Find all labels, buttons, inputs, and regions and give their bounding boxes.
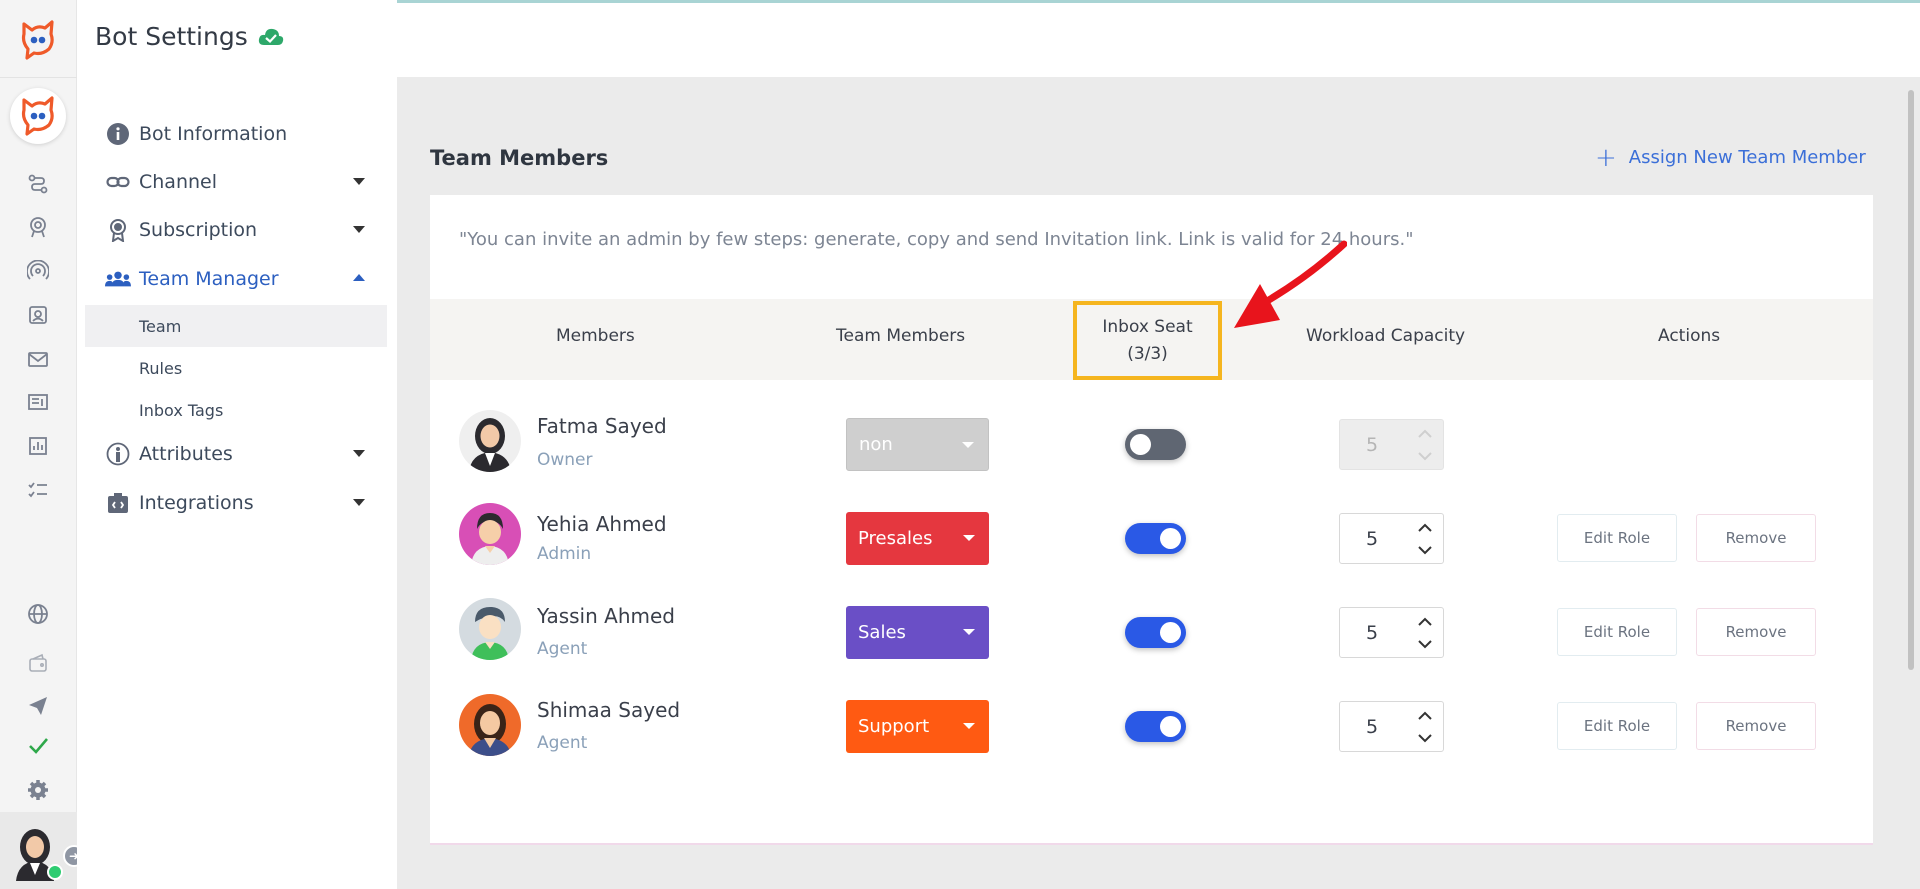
remove-button[interactable]: Remove [1696, 702, 1816, 750]
chevron-up-icon [353, 274, 365, 281]
bot-logo-icon [21, 96, 54, 136]
top-bar [397, 3, 1920, 77]
member-name: Fatma Sayed [537, 414, 667, 438]
inbox-seat-toggle[interactable] [1125, 711, 1186, 742]
increment-icon[interactable] [1418, 708, 1432, 722]
header-members: Members [556, 326, 635, 346]
inbox-seat-toggle[interactable] [1125, 617, 1186, 648]
broadcast-icon[interactable] [26, 259, 50, 283]
flow-icon[interactable] [26, 172, 50, 196]
cloud-check-icon [258, 28, 283, 45]
sidebar-subitem-inbox-tags[interactable]: Inbox Tags [85, 389, 387, 431]
team-icon [105, 266, 131, 292]
wallet-icon[interactable] [26, 651, 50, 675]
target-icon[interactable] [26, 215, 50, 239]
team-select[interactable]: Presales [846, 512, 989, 565]
remove-button[interactable]: Remove [1696, 608, 1816, 656]
header-team-members: Team Members [836, 326, 966, 346]
attributes-icon [105, 441, 131, 467]
member-role: Agent [537, 733, 588, 753]
globe-icon[interactable] [26, 602, 50, 626]
icon-rail: ➜ [0, 0, 85, 889]
chevron-down-icon [353, 226, 365, 233]
workload-stepper[interactable]: 5 [1339, 607, 1444, 658]
table-row: Yassin Ahmed Agent Sales 5 Edit Role Rem… [430, 588, 1873, 678]
page-title: Bot Settings [95, 22, 284, 51]
plus-icon: + [1595, 142, 1617, 173]
avatar [459, 503, 521, 565]
mail-icon[interactable] [26, 347, 50, 371]
assign-team-member-link[interactable]: + Assign New Team Member [1595, 142, 1866, 173]
remove-button[interactable]: Remove [1696, 514, 1816, 562]
workload-stepper[interactable]: 5 [1339, 701, 1444, 752]
send-icon[interactable] [26, 694, 50, 718]
avatar [459, 694, 521, 756]
check-icon[interactable] [26, 733, 50, 757]
dashboard-icon[interactable] [26, 390, 50, 414]
increment-icon[interactable] [1418, 614, 1432, 628]
chevron-down-icon [962, 442, 974, 448]
award-icon [105, 217, 131, 243]
increment-icon[interactable] [1418, 520, 1432, 534]
increment-icon[interactable] [1418, 426, 1432, 440]
decrement-icon[interactable] [1418, 731, 1432, 745]
scrollbar[interactable] [1908, 90, 1914, 670]
sidebar-item-attributes[interactable]: Attributes [105, 439, 365, 469]
app-logo-icon[interactable] [18, 18, 58, 60]
member-name: Yassin Ahmed [537, 604, 675, 628]
member-role: Owner [537, 450, 593, 470]
chevron-down-icon [353, 450, 365, 457]
sidebar-item-subscription[interactable]: Subscription [105, 215, 365, 245]
edit-role-button[interactable]: Edit Role [1557, 702, 1677, 750]
sidebar-subitem-rules[interactable]: Rules [85, 347, 387, 389]
chevron-down-icon [353, 499, 365, 506]
contacts-icon[interactable] [26, 303, 50, 327]
avatar [459, 598, 521, 660]
checklist-icon[interactable] [26, 478, 50, 502]
avatar [459, 410, 521, 472]
edit-role-button[interactable]: Edit Role [1557, 514, 1677, 562]
chevron-down-icon [963, 629, 975, 635]
settings-sidebar: Bot Settings Bot Information Channel Sub… [77, 0, 397, 889]
member-name: Yehia Ahmed [537, 512, 667, 536]
sidebar-item-bot-information[interactable]: Bot Information [105, 119, 365, 149]
analytics-icon[interactable] [26, 434, 50, 458]
rail-divider [0, 77, 77, 78]
header-inbox-seat: Inbox Seat (3/3) [1073, 301, 1222, 380]
chevron-down-icon [963, 723, 975, 729]
gear-icon[interactable] [26, 778, 50, 802]
sidebar-item-integrations[interactable]: Integrations [105, 488, 365, 518]
link-icon [105, 169, 131, 195]
workload-stepper[interactable]: 5 [1339, 419, 1444, 470]
member-role: Admin [537, 544, 592, 564]
team-select[interactable]: Sales [846, 606, 989, 659]
info-icon [105, 121, 131, 147]
edit-role-button[interactable]: Edit Role [1557, 608, 1677, 656]
decrement-icon[interactable] [1418, 449, 1432, 463]
member-role: Agent [537, 639, 588, 659]
bot-avatar[interactable] [10, 88, 66, 144]
integrations-icon [105, 490, 131, 516]
decrement-icon[interactable] [1418, 543, 1432, 557]
team-select[interactable]: non [846, 418, 989, 471]
online-status-dot [47, 864, 63, 880]
inbox-seat-toggle[interactable] [1125, 429, 1186, 460]
member-name: Shimaa Sayed [537, 698, 681, 722]
table-row: Yehia Ahmed Admin Presales 5 Edit Role R… [430, 494, 1873, 584]
chevron-down-icon [353, 178, 365, 185]
annotation-arrow-icon [1234, 240, 1347, 328]
workload-stepper[interactable]: 5 [1339, 513, 1444, 564]
sidebar-item-team-manager[interactable]: Team Manager [105, 264, 365, 294]
chevron-down-icon [963, 535, 975, 541]
section-title: Team Members [430, 146, 609, 170]
header-actions: Actions [1658, 326, 1721, 346]
sidebar-subitem-team[interactable]: Team [85, 305, 387, 347]
table-row: Shimaa Sayed Agent Support 5 Edit Role R… [430, 682, 1873, 772]
table-row: Fatma Sayed Owner non 5 [430, 400, 1873, 490]
decrement-icon[interactable] [1418, 637, 1432, 651]
inbox-seat-toggle[interactable] [1125, 523, 1186, 554]
sidebar-item-channel[interactable]: Channel [105, 167, 365, 197]
team-select[interactable]: Support [846, 700, 989, 753]
